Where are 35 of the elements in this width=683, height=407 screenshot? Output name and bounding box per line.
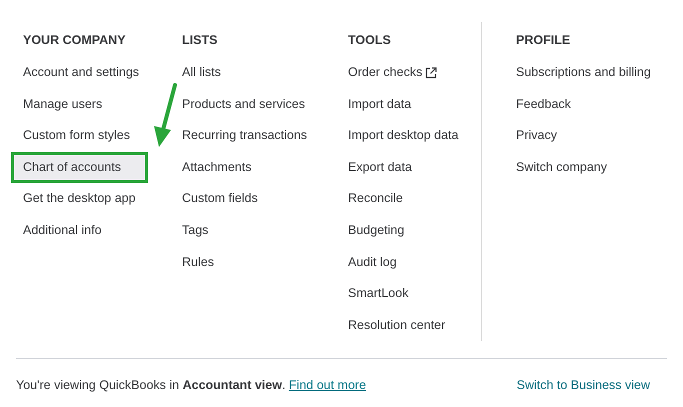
menu-item[interactable]: All lists (182, 57, 221, 89)
menu-item[interactable]: Budgeting (348, 214, 404, 247)
annotation-arrow (154, 82, 178, 148)
menu-item[interactable]: Manage users (23, 88, 102, 120)
menu-item[interactable]: Feedback (516, 88, 571, 120)
menu-item[interactable]: Audit log (348, 246, 397, 278)
section-heading: TOOLS (348, 33, 392, 49)
view-notice: You're viewing QuickBooks in Accountant view. Find out more (16, 378, 366, 392)
switch-view-link[interactable]: Switch to Business view (516, 378, 650, 392)
external-link-icon (425, 66, 438, 79)
menu-item[interactable]: Subscriptions and billing (516, 57, 651, 89)
menu-item[interactable]: Products and services (182, 88, 305, 120)
menu-item[interactable]: Switch company (516, 152, 608, 184)
menu-item[interactable]: SmartLook (348, 278, 408, 310)
section-heading: LISTS (182, 33, 218, 49)
menu-item[interactable]: Order checks (348, 57, 438, 89)
menu-item[interactable]: Reconcile (348, 183, 403, 215)
menu-item[interactable]: Rules (182, 246, 214, 278)
menu-item[interactable]: Chart of accounts (11, 152, 148, 184)
section-heading: PROFILE (516, 33, 572, 49)
menu-item[interactable]: Additional info (23, 214, 102, 247)
menu-item[interactable]: Account and settings (23, 57, 140, 89)
menu-item[interactable]: Custom form styles (23, 120, 130, 152)
menu-item[interactable]: Import data (348, 88, 412, 120)
menu-item[interactable]: Attachments (182, 152, 252, 184)
menu-item[interactable]: Tags (182, 214, 208, 247)
menu-item[interactable]: Import desktop data (348, 120, 458, 152)
menu-item[interactable]: Export data (348, 152, 412, 184)
menu-item[interactable]: Resolution center (348, 310, 446, 342)
section-heading: YOUR COMPANY (23, 33, 127, 49)
menu-item[interactable]: Custom fields (182, 183, 258, 215)
menu-item[interactable]: Get the desktop app (23, 183, 136, 215)
menu-item[interactable]: Recurring transactions (182, 120, 308, 152)
menu-item[interactable]: Privacy (516, 120, 557, 152)
find-out-more-link[interactable]: Find out more (288, 378, 366, 392)
